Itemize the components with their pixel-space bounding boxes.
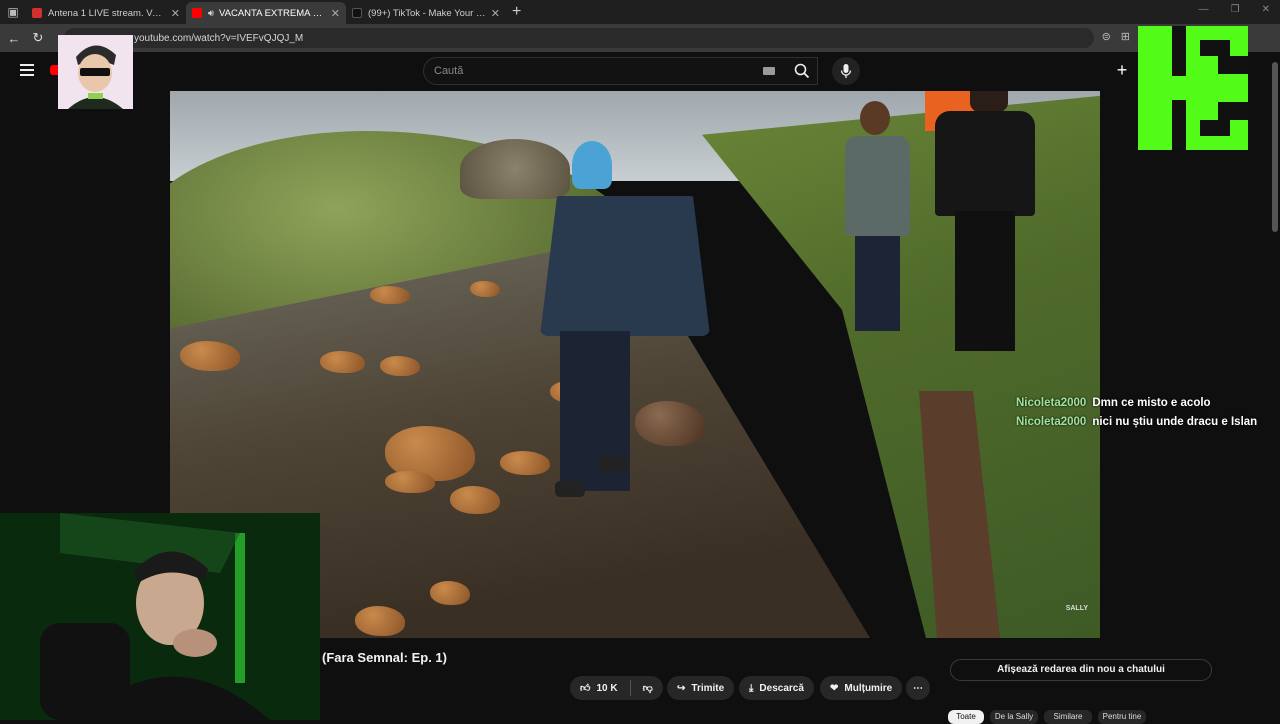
avatar-overlay	[58, 35, 133, 109]
thanks-label: Mulțumire	[844, 682, 893, 694]
url-text: youtube.com/watch?v=IVEFvQJQJ_M	[134, 32, 304, 44]
chat-replay-label: Afișează redarea din nou a chatului	[997, 664, 1165, 675]
overlay-chat-line: Nicoleta2000 nici nu știu unde dracu e Is…	[1016, 416, 1257, 428]
search-placeholder: Caută	[434, 65, 464, 77]
tab-tiktok[interactable]: (99+) TikTok - Make Your Day ✕	[346, 2, 506, 24]
search-button[interactable]	[786, 57, 818, 85]
video-rock	[450, 486, 500, 514]
tab-title: VACANTA EXTREMA LA 3,00	[219, 7, 327, 19]
translate-icon[interactable]: ⊜	[1102, 30, 1111, 43]
video-person-black-tracksuit	[925, 91, 1035, 356]
video-rock	[430, 581, 470, 605]
download-button[interactable]: ⤓ Descarcă	[739, 676, 814, 700]
video-rock	[355, 606, 405, 636]
tab-youtube-video[interactable]: 🔊︎ VACANTA EXTREMA LA 3,00 ✕	[186, 2, 346, 24]
chat-username: Nicoleta2000	[1016, 416, 1087, 428]
search-input[interactable]: Caută	[423, 57, 818, 85]
chat-message: Dmn ce misto e acolo	[1092, 397, 1211, 409]
chip-from-channel[interactable]: De la Sally	[990, 710, 1038, 724]
video-rock	[385, 471, 435, 493]
thanks-button[interactable]: ❤︎ Mulțumire	[820, 676, 903, 700]
close-window-icon[interactable]: ✕	[1262, 4, 1270, 15]
share-label: Trimite	[691, 682, 725, 694]
tab-title: Antena 1 LIVE stream. Vezi online	[48, 7, 167, 19]
close-icon[interactable]: ✕	[331, 7, 340, 20]
menu-icon[interactable]	[20, 64, 34, 76]
close-icon[interactable]: ✕	[491, 7, 500, 20]
window-controls: — ❐ ✕	[1199, 4, 1270, 15]
download-label: Descarcă	[759, 682, 804, 694]
browser-tab-strip: ▣ Antena 1 LIVE stream. Vezi online ✕ 🔊︎…	[0, 0, 1280, 24]
thanks-icon: ❤︎	[830, 682, 839, 694]
thumbs-down-icon[interactable]: 👎︎	[643, 682, 653, 694]
chat-replay-button[interactable]: Afișează redarea din nou a chatului	[950, 659, 1212, 681]
download-icon: ⤓	[749, 682, 754, 694]
overlay-chat-line: Nicoleta2000 Dmn ce misto e acolo	[1016, 397, 1211, 409]
tiktok-favicon-icon	[352, 8, 362, 18]
microphone-icon	[840, 64, 852, 78]
address-bar-row: ← ↻ youtube.com/watch?v=IVEFvQJQJ_M ⊜ ⊞	[0, 24, 1280, 52]
close-icon[interactable]: ✕	[171, 7, 180, 20]
address-actions: ⊜ ⊞	[1102, 30, 1130, 43]
extensions-icon[interactable]: ⊞	[1121, 30, 1130, 43]
like-button[interactable]: 👍︎ 10 K 👎︎	[570, 676, 663, 700]
video-rock	[380, 356, 420, 376]
reload-icon[interactable]: ↻	[26, 30, 50, 46]
keyboard-icon[interactable]	[763, 67, 775, 75]
create-icon[interactable]: +	[1110, 58, 1134, 82]
share-icon: ↪	[677, 682, 686, 694]
video-watermark: SALLY	[1065, 605, 1088, 612]
video-rock	[470, 281, 500, 297]
thumbs-up-icon: 👍︎	[580, 683, 591, 694]
chip-related[interactable]: Similare	[1044, 710, 1092, 724]
search-icon	[794, 63, 810, 79]
tab-title: (99+) TikTok - Make Your Day	[368, 7, 487, 19]
kick-logo-icon	[1138, 26, 1248, 150]
youtube-header: Caută +	[0, 52, 1280, 90]
related-filter-chips: Toate De la Sally Similare Pentru tine	[948, 710, 1146, 724]
share-button[interactable]: ↪ Trimite	[667, 676, 735, 700]
video-person-center	[540, 141, 730, 561]
video-person-grey-jacket	[840, 101, 920, 341]
maximize-icon[interactable]: ❐	[1231, 4, 1240, 15]
new-tab-icon[interactable]: +	[512, 3, 521, 21]
chip-for-you[interactable]: Pentru tine	[1098, 710, 1146, 724]
video-rock	[370, 286, 410, 304]
video-info-area: (Fara Semnal: Ep. 1) 👍︎ 10 K 👎︎ ↪ Trimit…	[320, 638, 1280, 724]
webcam-overlay	[0, 513, 320, 720]
antena-favicon-icon	[32, 8, 42, 18]
minimize-icon[interactable]: —	[1199, 4, 1209, 15]
more-actions-button[interactable]: ⋯	[906, 676, 930, 700]
video-rock	[320, 351, 365, 373]
speaker-icon[interactable]: 🔊︎	[208, 8, 214, 19]
chip-all[interactable]: Toate	[948, 710, 984, 724]
youtube-favicon-icon	[192, 8, 202, 18]
more-icon: ⋯	[913, 682, 923, 694]
url-field[interactable]: youtube.com/watch?v=IVEFvQJQJ_M	[64, 28, 1094, 48]
chat-username: Nicoleta2000	[1016, 397, 1087, 409]
voice-search-button[interactable]	[832, 57, 860, 85]
tab-antena1[interactable]: Antena 1 LIVE stream. Vezi online ✕	[26, 2, 186, 24]
page-scrollbar[interactable]	[1272, 62, 1278, 232]
video-title: (Fara Semnal: Ep. 1)	[322, 650, 447, 665]
back-icon[interactable]: ←	[2, 31, 26, 46]
chat-message: nici nu știu unde dracu e Islan	[1092, 416, 1258, 428]
tab-actions-icon[interactable]: ▣	[0, 0, 26, 24]
video-rock	[180, 341, 240, 371]
like-count: 10 K	[596, 682, 618, 694]
